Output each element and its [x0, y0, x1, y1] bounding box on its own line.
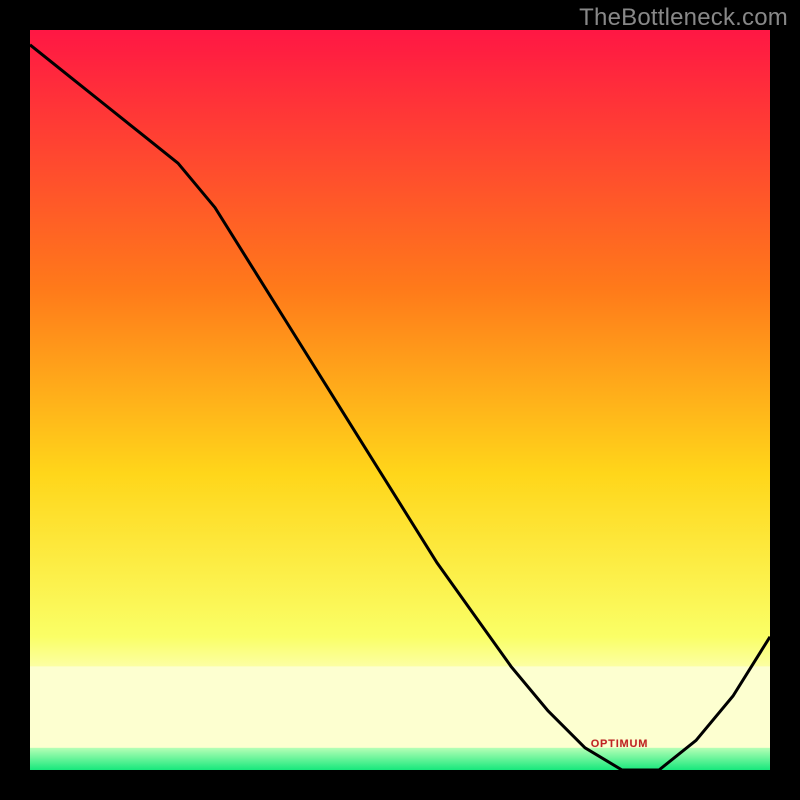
gradient-background — [30, 30, 770, 770]
bottleneck-curve — [30, 45, 770, 770]
chart-container: TheBottleneck.com OPT — [0, 0, 800, 800]
watermark-text: TheBottleneck.com — [579, 4, 788, 32]
plot-svg — [30, 30, 770, 770]
optimum-label: OPTIMUM — [591, 738, 649, 750]
plot-area: OPTIMUM — [30, 30, 770, 770]
pale-band — [30, 666, 770, 747]
green-band — [30, 748, 770, 770]
